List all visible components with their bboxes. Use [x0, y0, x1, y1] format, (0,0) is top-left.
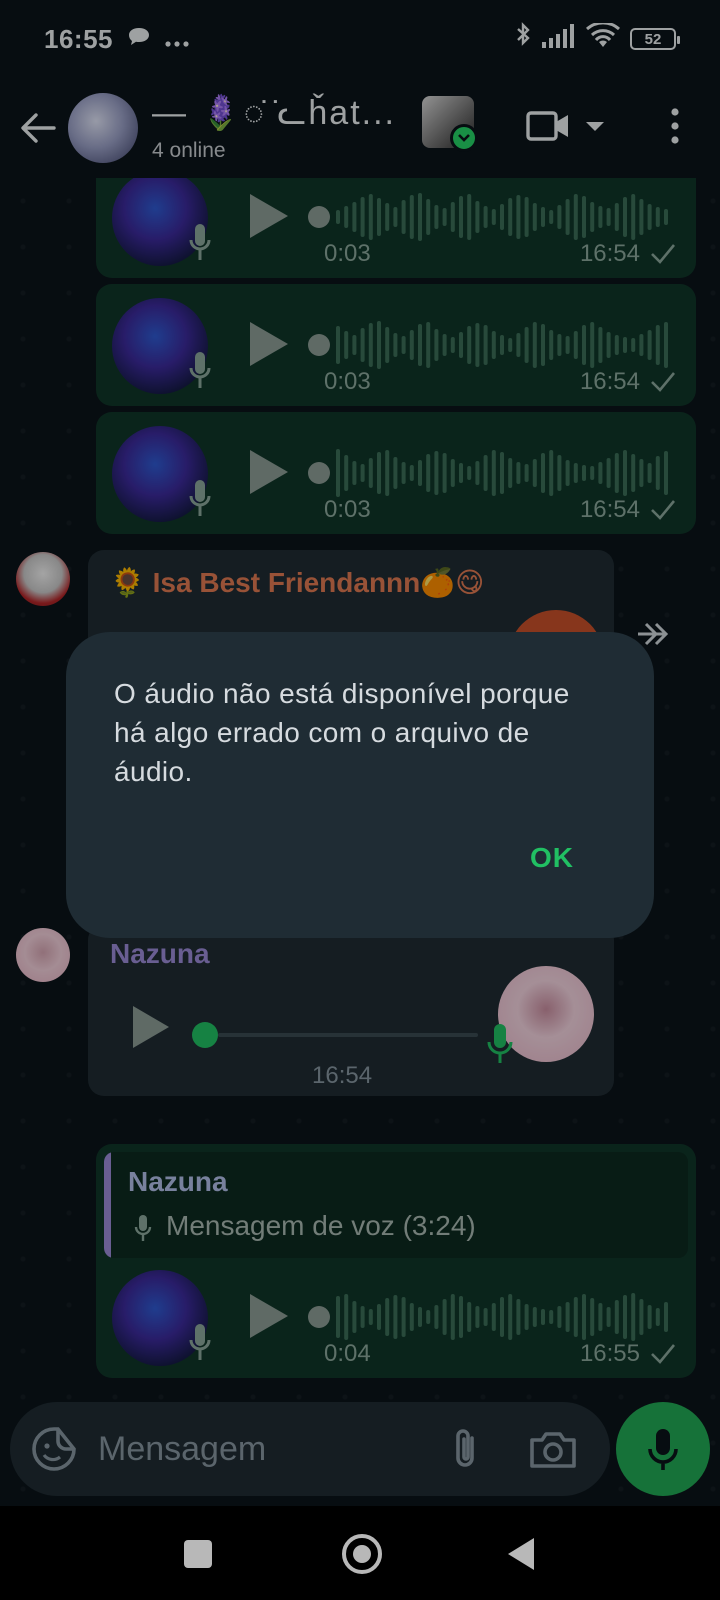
- dialog-message: O áudio não está disponível porque há al…: [114, 678, 570, 787]
- system-nav-bar: [0, 1506, 720, 1600]
- home-button[interactable]: [342, 1534, 382, 1574]
- recents-button[interactable]: [184, 1540, 212, 1568]
- ok-button[interactable]: OK: [530, 842, 574, 874]
- audio-error-dialog: O áudio não está disponível porque há al…: [66, 632, 654, 938]
- back-nav-button[interactable]: [508, 1538, 534, 1570]
